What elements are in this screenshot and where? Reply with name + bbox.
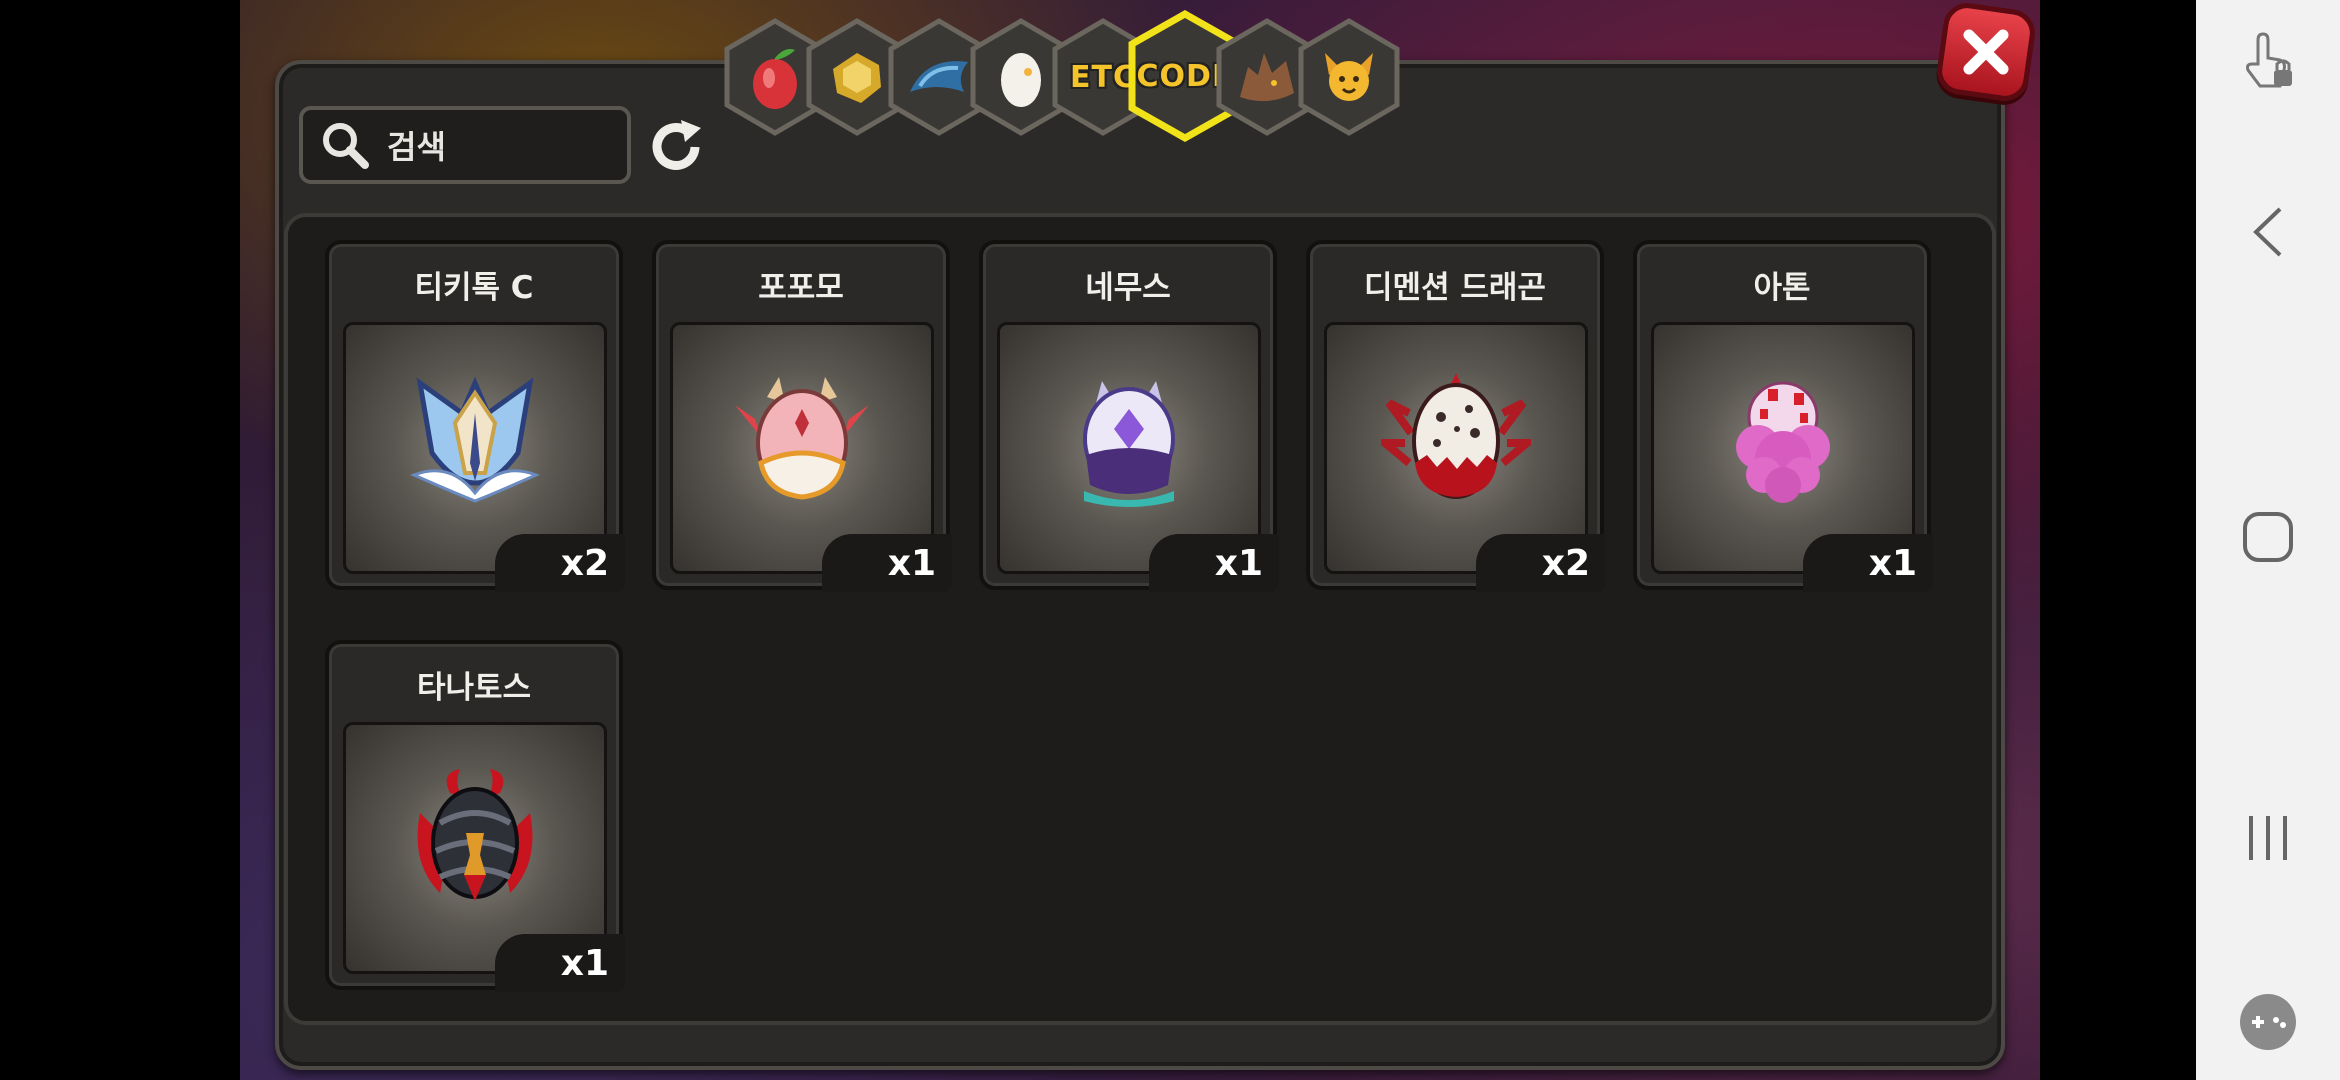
system-nav-bar xyxy=(2196,0,2340,1080)
item-count: x2 xyxy=(1476,534,1606,592)
search-icon xyxy=(323,123,369,169)
item-count: x1 xyxy=(1149,534,1279,592)
refresh-icon xyxy=(652,120,701,170)
item-card[interactable]: 아톤 x1 xyxy=(1633,240,1933,592)
refresh-button[interactable] xyxy=(645,116,707,178)
spotted-red-egg-icon xyxy=(1381,373,1531,500)
search-placeholder: 검색 xyxy=(387,128,446,166)
gamepad-icon xyxy=(2240,994,2296,1050)
tab-pet[interactable] xyxy=(1296,18,1402,136)
item-name: 포포모 xyxy=(758,270,844,306)
crest-egg-icon xyxy=(410,376,540,503)
dragon-scale-icon xyxy=(910,61,968,92)
gold-material-icon xyxy=(833,53,881,103)
close-icon xyxy=(1963,29,2009,75)
item-count: x1 xyxy=(1803,534,1933,592)
item-card[interactable]: 티키톡 C x2 xyxy=(325,240,625,592)
touch-lock-icon xyxy=(2246,32,2292,88)
item-card[interactable]: 네무스 x1 xyxy=(979,240,1279,592)
home-icon xyxy=(2243,512,2293,562)
purple-egg-icon xyxy=(1083,381,1175,508)
fruit-icon xyxy=(753,49,797,109)
touch-lock-button[interactable] xyxy=(2196,30,2340,92)
item-card[interactable]: 타나토스 x1 xyxy=(325,640,625,992)
item-name: 타나토스 xyxy=(416,670,532,706)
item-name: 티키톡 C xyxy=(414,270,534,306)
dragon-head-icon xyxy=(1240,53,1294,102)
item-card[interactable]: 포포모 x1 xyxy=(652,240,952,592)
recent-apps-button[interactable] xyxy=(2196,812,2340,864)
back-button[interactable] xyxy=(2196,205,2340,259)
item-count: x2 xyxy=(495,534,625,592)
pink-fluffy-egg-icon xyxy=(1736,381,1830,504)
search-input[interactable]: 검색 xyxy=(299,106,631,184)
close-button[interactable] xyxy=(1934,0,2038,104)
home-button[interactable] xyxy=(2196,510,2340,564)
item-name: 디멘션 드래곤 xyxy=(1364,270,1546,306)
pet-face-icon xyxy=(1325,53,1373,101)
item-name: 네무스 xyxy=(1085,270,1171,306)
pink-horned-egg-icon xyxy=(735,377,869,500)
item-count: x1 xyxy=(822,534,952,592)
back-icon xyxy=(2253,207,2282,257)
dark-red-egg-icon xyxy=(417,769,533,902)
item-card[interactable]: 디멘션 드래곤 x2 xyxy=(1306,240,1606,592)
egg-icon xyxy=(1001,53,1041,107)
game-tools-button[interactable] xyxy=(2196,992,2340,1052)
recent-apps-icon xyxy=(2249,816,2287,860)
item-count: x1 xyxy=(495,934,625,992)
item-name: 아톤 xyxy=(1753,270,1811,306)
